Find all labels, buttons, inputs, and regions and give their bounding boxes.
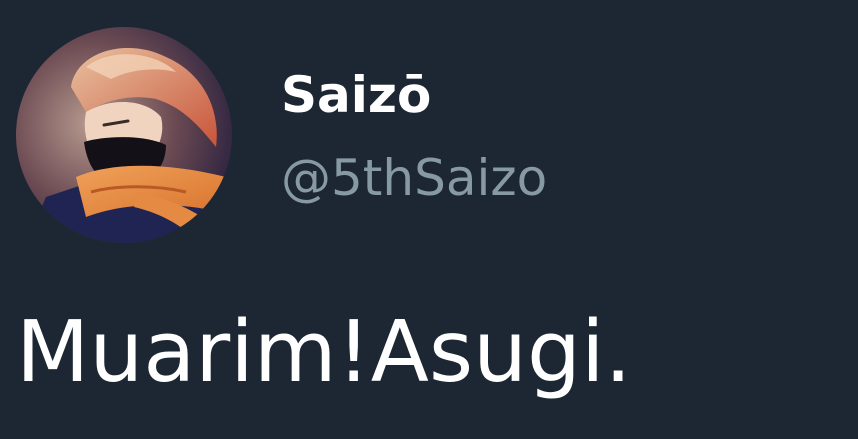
- avatar-illustration-icon: [16, 27, 232, 243]
- tweet-text: Muarim!Asugi.: [16, 303, 632, 402]
- author-handle[interactable]: @5thSaizo: [281, 143, 547, 213]
- author-display-name[interactable]: Saizō: [281, 60, 431, 130]
- avatar[interactable]: [16, 27, 232, 243]
